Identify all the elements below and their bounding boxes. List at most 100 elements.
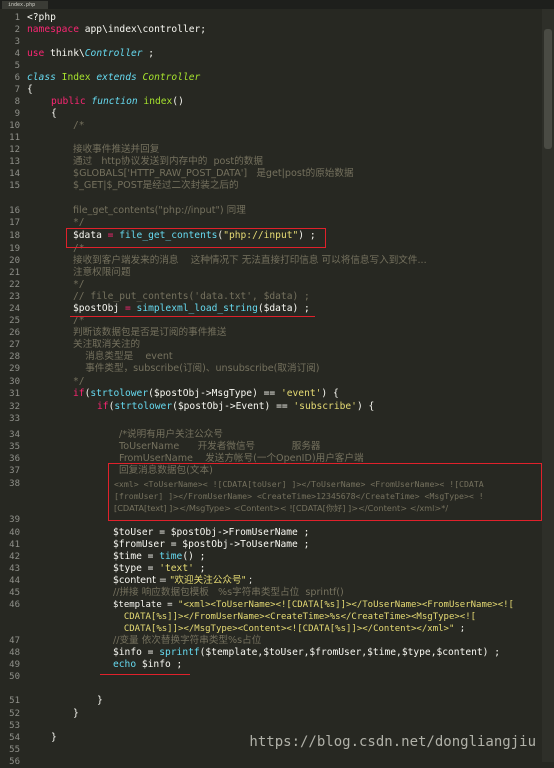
condition: ($postObj->Event) ==	[172, 401, 294, 412]
function-name: index	[137, 96, 173, 107]
line-number: 29	[9, 364, 20, 374]
line-number: 55	[9, 745, 20, 755]
code-line-24: $postObj = simplexml_load_string($data) …	[73, 303, 310, 315]
code-line-26: 判断该数据包是否是订阅的事件推送	[73, 327, 227, 339]
comment: 接收到客户端发来的消息 这种情况下 无法直接打印信息 可以将信息写入到文件...	[73, 255, 427, 266]
code-line-1: <?php	[27, 12, 56, 24]
line-number: 45	[9, 588, 20, 598]
args: ($data) ;	[257, 303, 310, 314]
assignment: $time =	[113, 551, 160, 562]
code-line-4: use think\Controller ;	[27, 48, 154, 60]
string-text: 'text'	[159, 563, 194, 574]
assignment: $type =	[113, 563, 160, 574]
line-number: 10	[9, 121, 20, 131]
code-line-20: 接收到客户端发来的消息 这种情况下 无法直接打印信息 可以将信息写入到文件...	[73, 255, 427, 267]
code-line-28: 消息类型是 event	[73, 351, 173, 363]
code-line-46b: CDATA[%s]]></FromUserName><CreateTime>%s…	[113, 611, 476, 623]
code-editor[interactable]: <?php namespace app\index\controller; us…	[27, 9, 542, 762]
line-number: 9	[14, 109, 20, 119]
line-number: 25	[9, 316, 20, 326]
line-number: 46	[9, 600, 20, 610]
call-simplexml: simplexml_load_string	[136, 303, 258, 314]
args: () ;	[182, 551, 206, 562]
line-number: 14	[9, 169, 20, 179]
line-number: 56	[9, 757, 20, 767]
brace: {	[51, 108, 57, 119]
line-number: 23	[9, 292, 20, 302]
function-keyword: function	[85, 96, 138, 107]
parent-class: Controller	[136, 72, 201, 83]
condition: ($postObj->MsgType) ==	[148, 388, 281, 399]
code-line-22: */	[73, 279, 85, 291]
string-subscribe: 'subscribe'	[293, 401, 357, 412]
line-number: 6	[14, 73, 20, 83]
code-line-52: }	[73, 708, 79, 720]
var-postobj: $postObj	[73, 303, 120, 314]
code-line-9: {	[51, 108, 57, 120]
line-number-gutter: 1 2 3 4 5 6 7 8 9 10 11 12 13 14 15 16 17 18 19 20 21 22 23 24 2…	[0, 9, 24, 767]
line-number: 36	[9, 454, 20, 464]
comment: /*说明有用户关注公众号	[119, 429, 223, 440]
comment: 事件类型，subscribe(订阅)、unsubscribe(取消订阅)	[73, 363, 320, 374]
line-number: 19	[9, 244, 20, 254]
line-number: 21	[9, 268, 20, 278]
line-number: 28	[9, 352, 20, 362]
code-line-30: */	[73, 376, 85, 388]
echo-arg: $info ;	[136, 659, 183, 670]
string-template: "<xml><ToUserName><![CDATA[%s]]></ToUser…	[178, 600, 514, 610]
code-line-44: $content = "欢迎关注公众号" ;	[113, 575, 252, 587]
line-number: 24	[9, 304, 20, 314]
line-number: 7	[14, 85, 20, 95]
string-template: CDATA[%s]]></FromUserName><CreateTime>%s…	[113, 612, 477, 622]
code-line-46a: $template = "<xml><ToUserName><![CDATA[%…	[113, 599, 514, 611]
line-number: 43	[9, 564, 20, 574]
annotation-underline-echo	[100, 674, 190, 675]
code-line-21: 注意权限问题	[73, 267, 131, 279]
code-line-29: 事件类型，subscribe(订阅)、unsubscribe(取消订阅)	[73, 363, 320, 375]
line-number: 41	[9, 540, 20, 550]
call-strtolower: strtolower	[114, 401, 173, 412]
scrollbar-thumb[interactable]	[544, 29, 552, 149]
assignment: $template =	[113, 600, 179, 610]
line-number: 17	[9, 218, 20, 228]
code-line-35: ToUserName 开发者微信号 服务器	[119, 441, 321, 453]
code-line-10: /*	[73, 120, 85, 132]
public-keyword: public	[51, 96, 86, 107]
call-strtolower: strtolower	[90, 388, 149, 399]
line-number: 8	[14, 97, 20, 107]
end: ;	[454, 624, 466, 634]
comment: //变量 依次替换字符串类型%s占位	[113, 635, 262, 646]
code-line-34: /*说明有用户关注公众号	[119, 429, 223, 441]
assign: =	[119, 303, 137, 314]
line-number: 32	[9, 402, 20, 412]
line-number: 49	[9, 660, 20, 670]
comment: /*	[73, 120, 85, 131]
comment: 通过 http协议发送到内存中的 post的数据	[73, 156, 263, 167]
line-number: 11	[9, 133, 20, 143]
tab-bar: index.php	[0, 0, 554, 9]
watermark-text: https://blog.csdn.net/dongliangjiu	[249, 734, 536, 750]
comment: $_GET|$_POST是经过二次封装之后的	[73, 180, 239, 191]
line-number: 16	[9, 206, 20, 216]
vertical-scrollbar[interactable]	[542, 9, 554, 762]
code-line-8: public function index()	[51, 96, 184, 108]
line-number: 51	[9, 696, 20, 706]
line-number: 42	[9, 552, 20, 562]
code-line-15: $_GET|$_POST是经过二次封装之后的	[73, 180, 239, 192]
comment: 判断该数据包是否是订阅的事件推送	[73, 327, 227, 338]
if-keyword: if	[97, 401, 109, 412]
comment: ToUserName 开发者微信号 服务器	[119, 441, 321, 452]
line-number: 27	[9, 340, 20, 350]
code-line-47: //变量 依次替换字符串类型%s占位	[113, 635, 261, 647]
code-line-31: if(strtolower($postObj->MsgType) == 'eve…	[73, 388, 339, 400]
use-end: ;	[142, 48, 155, 59]
line-number: 18	[9, 231, 20, 241]
namespace-keyword: namespace	[27, 24, 79, 35]
comment: 接收事件推送并回复	[73, 144, 160, 155]
annotation-box-xml-sample	[108, 463, 542, 521]
code-line-13: 通过 http协议发送到内存中的 post的数据	[73, 156, 263, 168]
function-params: ()	[172, 96, 184, 107]
string-content: "欢迎关注公众号"	[169, 575, 246, 586]
paren-end: ) {	[321, 388, 339, 399]
tab-index-php[interactable]: index.php	[2, 1, 48, 9]
